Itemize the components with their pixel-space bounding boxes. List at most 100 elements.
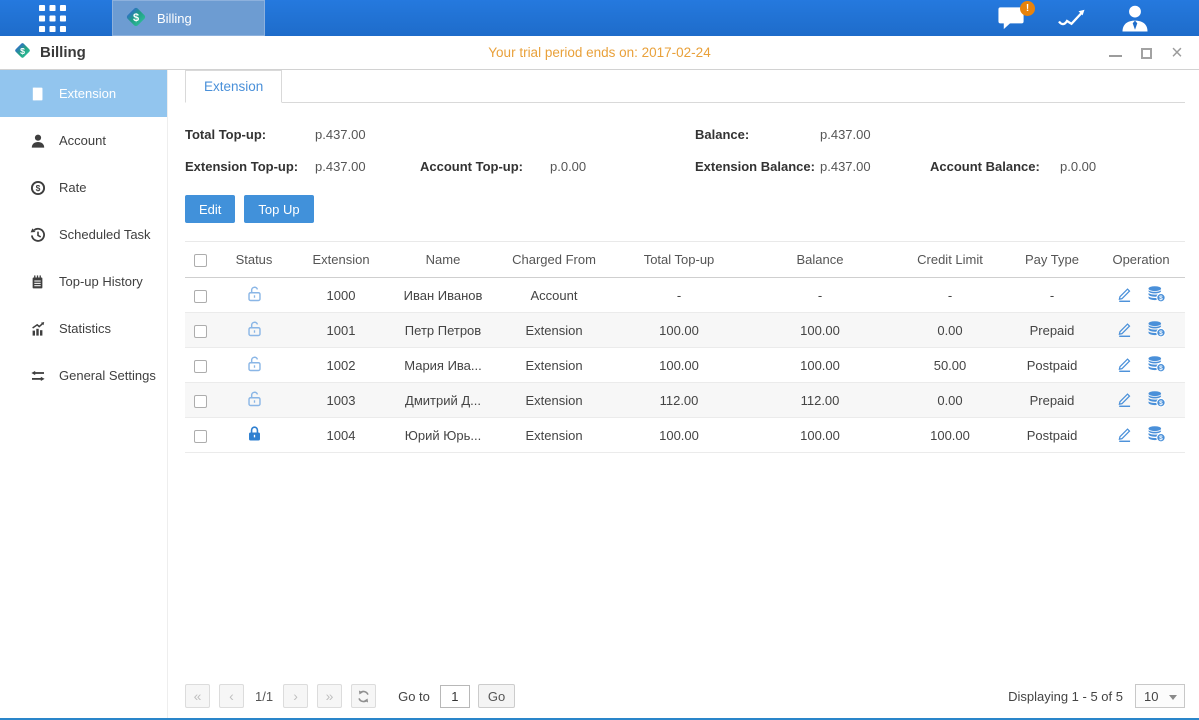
tab-extension[interactable]: Extension: [185, 70, 282, 103]
row-checkbox[interactable]: [194, 290, 207, 303]
topbar-tab-billing[interactable]: $ Billing: [112, 0, 265, 36]
maximize-button[interactable]: [1138, 45, 1154, 61]
topup-history-icon: [29, 273, 46, 290]
sidebar-item-top-up-history[interactable]: Top-up History: [0, 258, 167, 305]
topup-extension-icon[interactable]: $: [1147, 425, 1166, 446]
col-charged-from: Charged From: [497, 242, 611, 278]
displaying-text: Displaying 1 - 5 of 5: [1008, 689, 1123, 704]
first-page-button[interactable]: «: [185, 684, 210, 708]
sidebar-item-extension[interactable]: Extension: [0, 70, 167, 117]
cell-charged-from: Extension: [497, 383, 611, 418]
topup-extension-icon[interactable]: $: [1147, 390, 1166, 411]
cell-pay-type: Prepaid: [1007, 313, 1097, 348]
sidebar-item-label: Statistics: [59, 321, 111, 336]
total-topup-label: Total Top-up:: [185, 127, 315, 142]
cell-credit-limit: -: [893, 278, 1007, 313]
lock-closed-icon: [246, 425, 263, 445]
edit-button[interactable]: Edit: [185, 195, 235, 223]
sidebar-item-label: General Settings: [59, 368, 156, 383]
edit-extension-icon[interactable]: [1116, 390, 1133, 411]
edit-extension-icon[interactable]: [1116, 355, 1133, 376]
next-page-button[interactable]: ›: [283, 684, 308, 708]
extension-balance-value: p.437.00: [820, 159, 930, 174]
prev-page-button[interactable]: ‹: [219, 684, 244, 708]
sidebar-item-rate[interactable]: $Rate: [0, 164, 167, 211]
page-size-select[interactable]: 10: [1135, 684, 1185, 708]
minimize-button[interactable]: [1107, 45, 1123, 61]
col-pay-type: Pay Type: [1007, 242, 1097, 278]
sidebar-item-label: Top-up History: [59, 274, 143, 289]
row-checkbox[interactable]: [194, 395, 207, 408]
extension-icon: [29, 85, 46, 102]
balance-label: Balance:: [695, 127, 820, 142]
cell-pay-type: Postpaid: [1007, 418, 1097, 453]
sidebar-item-account[interactable]: Account: [0, 117, 167, 164]
row-checkbox[interactable]: [194, 430, 207, 443]
row-checkbox[interactable]: [194, 325, 207, 338]
select-all-checkbox[interactable]: [194, 254, 207, 267]
resource-monitor-icon[interactable]: [1057, 0, 1089, 36]
lock-open-icon: [246, 285, 263, 305]
topup-button[interactable]: Top Up: [244, 195, 313, 223]
sidebar-item-statistics[interactable]: Statistics: [0, 305, 167, 352]
cell-credit-limit: 50.00: [893, 348, 1007, 383]
apps-grid-icon[interactable]: [34, 0, 70, 36]
topup-extension-icon[interactable]: $: [1147, 285, 1166, 306]
row-checkbox[interactable]: [194, 360, 207, 373]
sidebar-item-general-settings[interactable]: General Settings: [0, 352, 167, 399]
sidebar-item-label: Scheduled Task: [59, 227, 151, 242]
extension-balance-label: Extension Balance:: [695, 159, 820, 174]
cell-name: Мария Ива...: [389, 348, 497, 383]
edit-extension-icon[interactable]: [1116, 320, 1133, 341]
goto-page-input[interactable]: [440, 685, 470, 708]
messages-icon[interactable]: !: [995, 0, 1027, 36]
cell-charged-from: Extension: [497, 313, 611, 348]
account-topup-label: Account Top-up:: [420, 159, 550, 174]
table-row: 1004Юрий Юрь...Extension100.00100.00100.…: [185, 418, 1185, 453]
svg-text:$: $: [133, 12, 139, 24]
lock-open-icon: [246, 355, 263, 375]
pagination-bar: « ‹ 1/1 › » Go to Go Displaying: [185, 684, 1185, 720]
edit-extension-icon[interactable]: [1116, 425, 1133, 446]
svg-text:$: $: [1159, 365, 1163, 372]
cell-charged-from: Extension: [497, 348, 611, 383]
extension-topup-value: p.437.00: [315, 159, 420, 174]
col-credit-limit: Credit Limit: [893, 242, 1007, 278]
cell-total-topup: 100.00: [611, 418, 747, 453]
edit-extension-icon[interactable]: [1116, 285, 1133, 306]
sidebar: Extension Account $Rate Scheduled Task Top-u…: [0, 70, 168, 720]
go-button[interactable]: Go: [478, 684, 515, 708]
general-settings-icon: [29, 367, 46, 384]
svg-text:$: $: [20, 45, 25, 55]
goto-label: Go to: [398, 689, 430, 704]
topbar-icons: !: [995, 0, 1151, 36]
billing-window-icon: $: [13, 41, 32, 65]
refresh-button[interactable]: [351, 684, 376, 708]
col-name: Name: [389, 242, 497, 278]
table-row: 1003Дмитрий Д...Extension112.00112.000.0…: [185, 383, 1185, 418]
sidebar-item-label: Account: [59, 133, 106, 148]
cell-name: Дмитрий Д...: [389, 383, 497, 418]
chevron-down-icon: [1169, 695, 1177, 700]
balance-value: p.437.00: [820, 127, 871, 142]
last-page-button[interactable]: »: [317, 684, 342, 708]
cell-extension: 1004: [293, 418, 389, 453]
billing-app-window: $ Billing !: [0, 0, 1199, 720]
sidebar-item-scheduled-task[interactable]: Scheduled Task: [0, 211, 167, 258]
user-icon[interactable]: [1119, 0, 1151, 36]
table-row: 1001Петр ПетровExtension100.00100.000.00…: [185, 313, 1185, 348]
topbar: $ Billing !: [0, 0, 1199, 36]
cell-extension: 1003: [293, 383, 389, 418]
window-title: Billing: [40, 44, 86, 61]
cell-name: Петр Петров: [389, 313, 497, 348]
main-content: Extension Total Top-up: p.437.00 Extensi…: [168, 70, 1199, 720]
topup-extension-icon[interactable]: $: [1147, 355, 1166, 376]
page-indicator: 1/1: [255, 689, 273, 704]
cell-credit-limit: 100.00: [893, 418, 1007, 453]
col-total-topup: Total Top-up: [611, 242, 747, 278]
cell-balance: 100.00: [747, 313, 893, 348]
close-button[interactable]: ×: [1169, 45, 1185, 61]
topup-extension-icon[interactable]: $: [1147, 320, 1166, 341]
cell-pay-type: Postpaid: [1007, 348, 1097, 383]
notification-badge: !: [1020, 1, 1035, 16]
